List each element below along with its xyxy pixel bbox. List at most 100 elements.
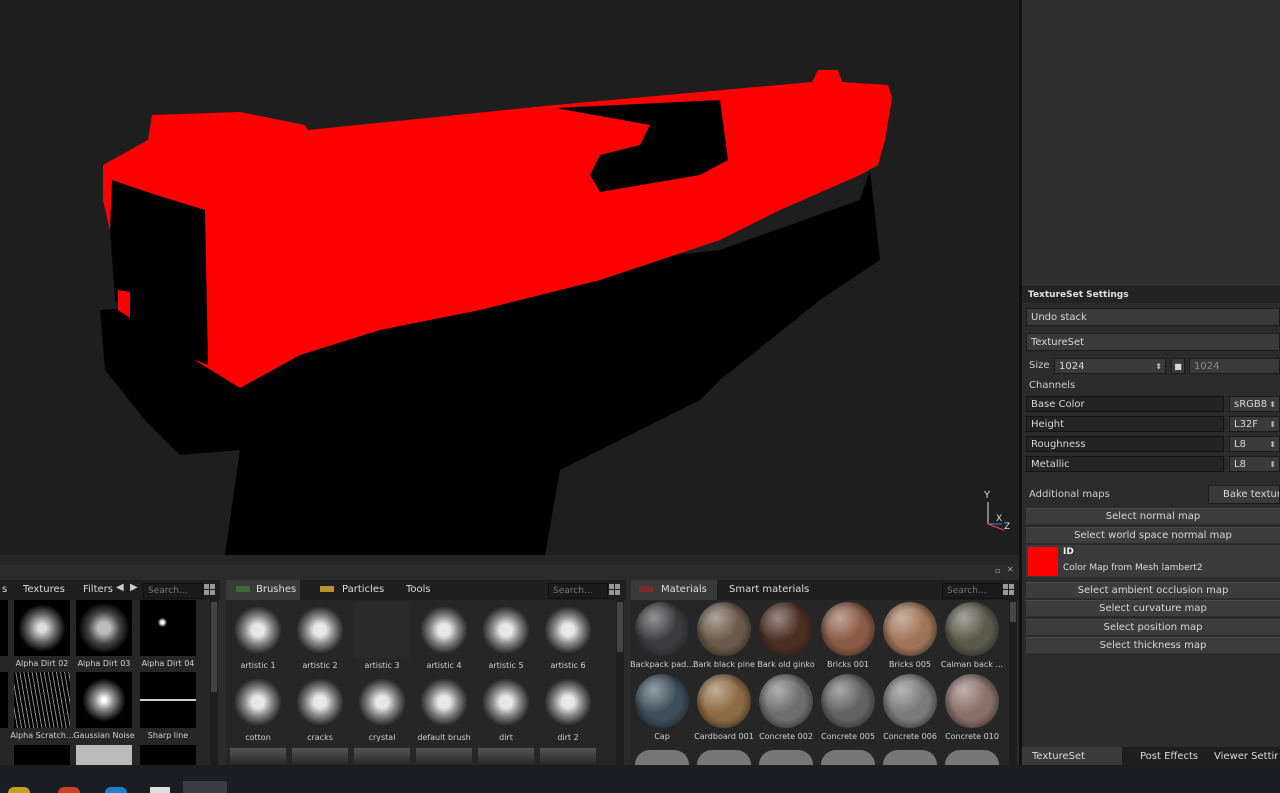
- grid-view-icon[interactable]: [204, 584, 215, 595]
- tab-texture-set-settings[interactable]: TextureSet Settings: [1022, 747, 1122, 782]
- shelf-left-scrollbar[interactable]: [210, 600, 218, 765]
- brush-thumb[interactable]: [540, 602, 596, 658]
- chevron-right-icon[interactable]: ▶: [130, 582, 138, 593]
- shelf-materials-search[interactable]: Search...: [942, 583, 1002, 599]
- taskbar-active-app[interactable]: [183, 781, 227, 793]
- material-sphere[interactable]: [759, 750, 813, 765]
- texture-thumb[interactable]: [14, 672, 70, 728]
- tab-viewer-settings[interactable]: Viewer Settings: [1206, 747, 1278, 767]
- channel-name-field[interactable]: Height: [1026, 416, 1224, 432]
- texture-thumb[interactable]: [140, 600, 196, 656]
- material-sphere[interactable]: [821, 602, 875, 656]
- undo-stack-dropdown[interactable]: Undo stack: [1026, 308, 1280, 326]
- brush-thumb[interactable]: [478, 748, 534, 765]
- taskbar-app-icon[interactable]: [58, 787, 80, 793]
- brush-thumb[interactable]: [540, 748, 596, 765]
- material-sphere[interactable]: [635, 602, 689, 656]
- shelf-materials-scrollbar[interactable]: [1009, 600, 1017, 765]
- tab-materials[interactable]: Materials: [631, 580, 717, 600]
- select-world-space-normal-map-button[interactable]: Select world space normal map: [1026, 527, 1280, 543]
- size-select-2[interactable]: 1024: [1189, 358, 1280, 374]
- brush-thumb[interactable]: [230, 748, 286, 765]
- channel-name-field[interactable]: Metallic: [1026, 456, 1224, 472]
- scrollbar-thumb[interactable]: [211, 602, 217, 692]
- taskbar-app-icon[interactable]: [150, 787, 170, 793]
- texture-thumb[interactable]: [14, 600, 70, 656]
- texture-thumb[interactable]: [76, 745, 132, 765]
- select-position-map-button[interactable]: Select position map: [1026, 619, 1280, 635]
- brush-thumb[interactable]: [230, 602, 286, 658]
- size-select[interactable]: 1024 ⬍: [1054, 358, 1166, 374]
- texture-thumb[interactable]: [0, 600, 8, 656]
- material-sphere[interactable]: [883, 750, 937, 765]
- bake-textures-button[interactable]: Bake textures: [1208, 485, 1280, 504]
- texture-thumb[interactable]: [76, 600, 132, 656]
- scrollbar-thumb[interactable]: [1010, 602, 1016, 622]
- shelf-left-search[interactable]: Search...: [143, 583, 203, 599]
- taskbar-app-icon[interactable]: [8, 787, 30, 793]
- channel-format-select[interactable]: L32F ⬍: [1229, 416, 1280, 432]
- brush-thumb[interactable]: [354, 674, 410, 730]
- close-icon[interactable]: ✕: [1007, 565, 1014, 574]
- tab-textures[interactable]: Textures: [13, 580, 75, 600]
- texture-thumb[interactable]: [140, 672, 196, 728]
- chevron-left-icon[interactable]: ◀: [116, 582, 124, 593]
- material-sphere[interactable]: [635, 750, 689, 765]
- material-sphere[interactable]: [759, 602, 813, 656]
- channel-format-select[interactable]: L8 ⬍: [1229, 456, 1280, 472]
- brush-thumb[interactable]: [416, 748, 472, 765]
- texture-set-dropdown[interactable]: TextureSet: [1026, 333, 1280, 351]
- material-sphere[interactable]: [945, 602, 999, 656]
- select-ao-map-button[interactable]: Select ambient occlusion map: [1026, 582, 1280, 598]
- size-lock-button[interactable]: ■: [1171, 358, 1185, 374]
- brush-thumb[interactable]: [416, 602, 472, 658]
- texture-thumb[interactable]: [140, 745, 196, 765]
- material-sphere[interactable]: [883, 602, 937, 656]
- tab-tools[interactable]: Tools: [396, 580, 441, 600]
- id-map-slot[interactable]: ID Color Map from Mesh lambert2: [1026, 545, 1280, 577]
- texture-thumb[interactable]: [0, 672, 8, 728]
- material-sphere[interactable]: [697, 602, 751, 656]
- tab-post-effects[interactable]: Post Effects: [1131, 747, 1198, 767]
- material-sphere[interactable]: [945, 674, 999, 728]
- texture-thumb[interactable]: [14, 745, 70, 765]
- brush-thumb[interactable]: [354, 748, 410, 765]
- tab-smart-materials[interactable]: Smart materials: [719, 580, 819, 600]
- select-curvature-map-button[interactable]: Select curvature map: [1026, 600, 1280, 616]
- grid-view-icon[interactable]: [1003, 584, 1014, 595]
- brush-thumb[interactable]: [416, 674, 472, 730]
- brush-thumb[interactable]: [292, 602, 348, 658]
- material-sphere[interactable]: [759, 674, 813, 728]
- scrollbar-thumb[interactable]: [617, 602, 623, 652]
- texture-thumb[interactable]: [76, 672, 132, 728]
- brush-thumb[interactable]: [478, 602, 534, 658]
- brush-thumb[interactable]: [478, 674, 534, 730]
- channel-format-select[interactable]: L8 ⬍: [1229, 436, 1280, 452]
- channel-name-field[interactable]: Base Color: [1026, 396, 1224, 412]
- tab-particles[interactable]: Particles: [310, 580, 394, 600]
- shelf-brushes-scrollbar[interactable]: [616, 600, 624, 765]
- tab-brushes[interactable]: Brushes: [226, 580, 300, 600]
- taskbar-app-icon[interactable]: [105, 787, 127, 793]
- material-sphere[interactable]: [821, 674, 875, 728]
- channel-format-select[interactable]: sRGB8 ⬍: [1229, 396, 1280, 412]
- material-sphere[interactable]: [883, 674, 937, 728]
- shelf-brushes-search[interactable]: Search...: [548, 583, 608, 599]
- brush-label: artistic 2: [302, 661, 338, 670]
- material-sphere[interactable]: [945, 750, 999, 765]
- float-icon[interactable]: ▫: [995, 566, 1000, 575]
- material-sphere[interactable]: [821, 750, 875, 765]
- material-sphere[interactable]: [697, 674, 751, 728]
- 3d-viewport[interactable]: Y X Z: [0, 0, 1019, 555]
- select-thickness-map-button[interactable]: Select thickness map: [1026, 637, 1280, 653]
- brush-thumb[interactable]: [540, 674, 596, 730]
- material-sphere[interactable]: [697, 750, 751, 765]
- brush-thumb[interactable]: [292, 748, 348, 765]
- material-sphere[interactable]: [635, 674, 689, 728]
- grid-view-icon[interactable]: [609, 584, 620, 595]
- select-normal-map-button[interactable]: Select normal map: [1026, 508, 1280, 524]
- brush-thumb[interactable]: [230, 674, 286, 730]
- brush-thumb[interactable]: [292, 674, 348, 730]
- brush-thumb[interactable]: [354, 602, 410, 658]
- channel-name-field[interactable]: Roughness: [1026, 436, 1224, 452]
